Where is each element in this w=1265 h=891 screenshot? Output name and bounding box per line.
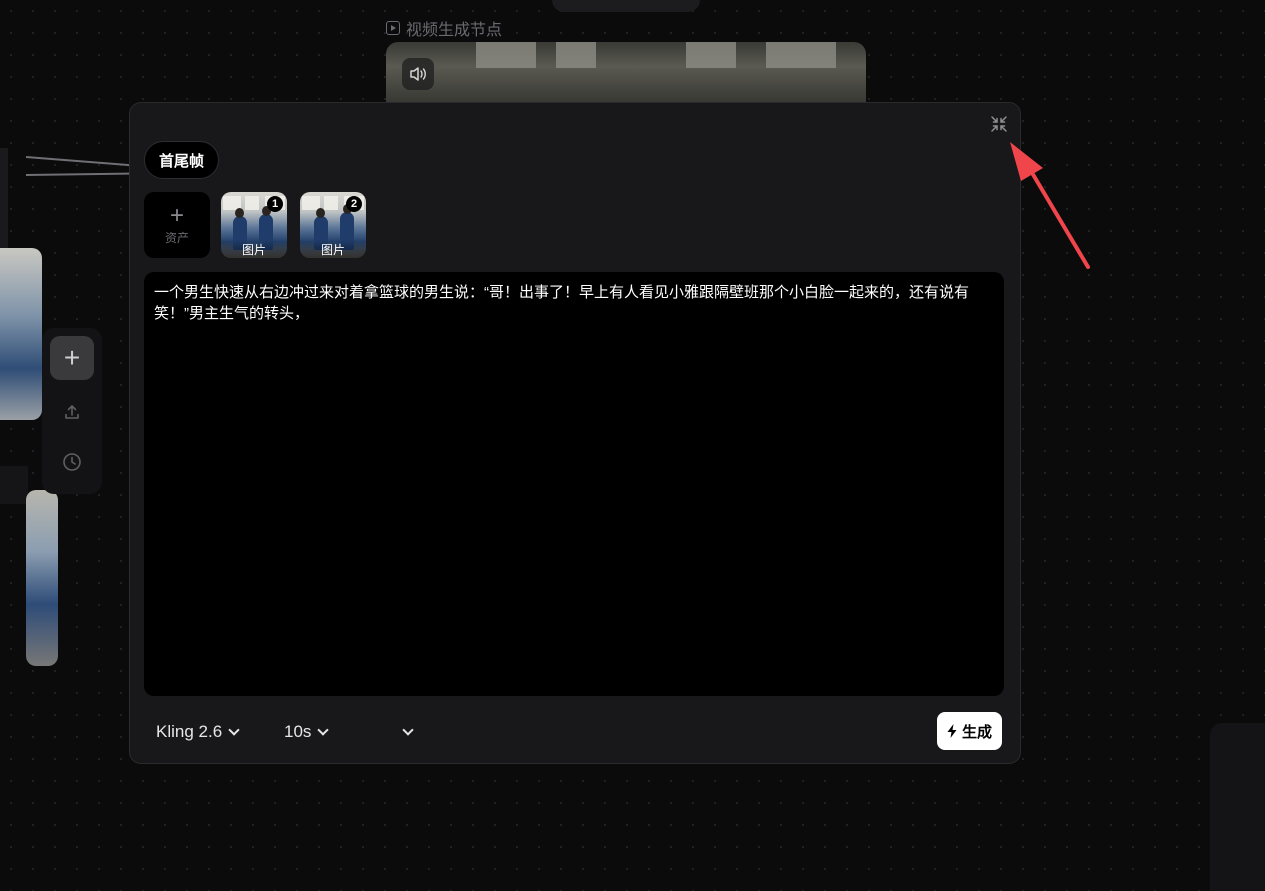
video-node-title: 视频生成节点 bbox=[386, 16, 502, 40]
clock-icon[interactable] bbox=[50, 440, 94, 484]
add-asset-label: 资产 bbox=[164, 230, 189, 245]
image-thumbnail-2[interactable]: 2 图片 bbox=[300, 192, 366, 258]
model-select[interactable]: Kling 2.6 bbox=[156, 719, 240, 745]
aspect-select[interactable] bbox=[396, 719, 414, 745]
top-status-pill bbox=[552, 0, 700, 12]
thumbnail-caption: 图片 bbox=[300, 240, 366, 258]
video-node-icon bbox=[386, 21, 400, 35]
duration-select-value: 10s bbox=[284, 722, 312, 741]
side-toolbar: + bbox=[42, 328, 102, 494]
canvas-node-edge bbox=[0, 466, 28, 504]
right-panel bbox=[1210, 723, 1265, 891]
plus-icon: + bbox=[169, 201, 184, 229]
chevron-down-icon bbox=[228, 724, 240, 736]
duration-select[interactable]: 10s bbox=[284, 719, 330, 745]
upload-icon[interactable] bbox=[50, 390, 94, 434]
thumbnail-index-badge: 1 bbox=[267, 196, 283, 212]
chevron-down-icon bbox=[402, 724, 414, 736]
thumbnail-index-badge: 2 bbox=[346, 196, 362, 212]
prompt-editor-panel: 首尾帧 + 资产 1 图片 2 图片 一个男生快速从右边冲过来对着拿篮球的男生说… bbox=[129, 102, 1021, 764]
model-select-value: Kling 2.6 bbox=[156, 722, 223, 741]
connection-line bbox=[25, 156, 132, 167]
mode-chip-label: 首尾帧 bbox=[159, 152, 205, 170]
add-asset-button[interactable]: + 资产 bbox=[144, 192, 210, 258]
generation-options-bar: Kling 2.6 10s 生成 bbox=[144, 711, 1002, 751]
thumbnail-caption: 图片 bbox=[221, 240, 287, 258]
generate-button-label: 生成 bbox=[961, 723, 992, 741]
canvas-node-image[interactable] bbox=[26, 490, 58, 666]
speaker-icon[interactable] bbox=[402, 58, 434, 90]
canvas-node-image[interactable] bbox=[0, 248, 42, 420]
image-thumbnail-1[interactable]: 1 图片 bbox=[221, 192, 287, 258]
prompt-text[interactable]: 一个男生快速从右边冲过来对着拿篮球的男生说：“哥！出事了！早上有人看见小雅跟隔壁… bbox=[154, 284, 969, 322]
chevron-down-icon bbox=[317, 724, 330, 736]
lightning-icon bbox=[947, 724, 957, 738]
collapse-icon[interactable] bbox=[988, 113, 1010, 135]
video-node-title-text: 视频生成节点 bbox=[406, 22, 503, 39]
plus-icon[interactable]: + bbox=[50, 336, 94, 380]
mode-chip-first-last-frame[interactable]: 首尾帧 bbox=[144, 141, 220, 179]
connection-line bbox=[25, 172, 133, 176]
generate-button[interactable]: 生成 bbox=[936, 712, 1002, 750]
prompt-textarea[interactable]: 一个男生快速从右边冲过来对着拿篮球的男生说：“哥！出事了！早上有人看见小雅跟隔壁… bbox=[144, 272, 1004, 696]
